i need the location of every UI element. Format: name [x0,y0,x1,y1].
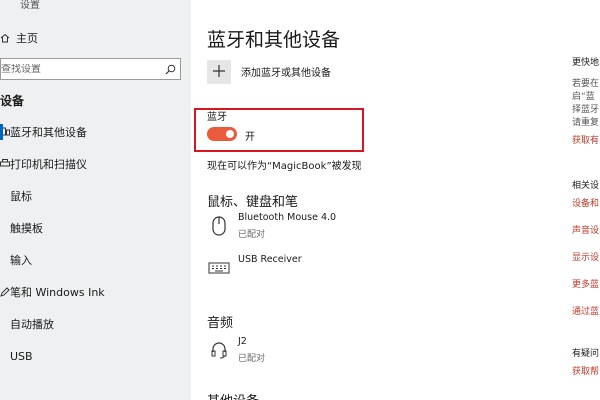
bluetooth-state: 开 [245,132,255,143]
device-j2[interactable]: J2 已配对 [207,336,547,366]
sidebar-item-touchpad[interactable]: 触摸板 [0,212,191,244]
related-link[interactable]: 更多蓝 [572,277,599,290]
device-bluetooth-mouse[interactable]: Bluetooth Mouse 4.0 已配对 [207,212,547,242]
sidebar-item-label: USB [10,349,33,363]
related-link[interactable]: 显示设 [572,250,599,263]
question-heading: 有疑问 [572,349,600,359]
device-name: J2 [238,336,247,347]
section-mouse-keyboard-pen: 鼠标、键盘和笔 [207,195,299,210]
sidebar-list: 蓝牙和其他设备 打印机和扫描仪 鼠标 触摸板 输入 笔和 Windows Ink [0,116,191,372]
toggle-knob [226,130,234,138]
bluetooth-devices-icon [0,127,10,137]
device-usb-receiver[interactable]: USB Receiver [207,254,547,284]
device-status: 已配对 [238,230,266,240]
main-content: 蓝牙和其他设备 添加蓝牙或其他设备 蓝牙 开 现在可以作为“MagicBook”… [191,0,561,400]
discoverable-text: 现在可以作为“MagicBook”被发现 [207,161,362,172]
keyboard-icon [207,256,231,280]
right-panel: 更快地 若要在 启“蓝 择蓝牙 请重复 获取有 相关设 设备和 声音设 显示设 … [561,0,600,400]
search-input[interactable] [1,63,151,75]
device-status: 已配对 [238,354,266,364]
faster-text-line: 择蓝牙 [572,105,600,115]
bluetooth-toggle[interactable] [207,127,237,141]
pen-icon [0,287,10,297]
sidebar-item-label: 笔和 Windows Ink [10,286,105,299]
device-name: Bluetooth Mouse 4.0 [238,212,337,223]
related-link[interactable]: 声音设 [572,223,599,236]
page-title: 蓝牙和其他设备 [207,29,341,51]
faster-heading: 更快地 [572,58,600,68]
sidebar: 设置 主页 设备 蓝牙和其他设备 打印机和扫描仪 鼠标 [0,0,191,400]
sidebar-item-usb[interactable]: USB [0,340,191,372]
related-heading: 相关设 [572,181,600,191]
faster-text-line: 启“蓝 [572,92,595,102]
section-other-devices: 其他设备 [207,390,259,400]
home-icon [0,33,10,43]
sidebar-item-label: 打印机和扫描仪 [10,158,87,171]
headset-icon [207,338,231,362]
plus-icon [212,62,226,83]
faster-text-line: 请重复 [572,118,600,128]
search-box [0,58,181,80]
faster-text-line: 若要在 [572,79,600,89]
sidebar-item-label: 触摸板 [10,222,43,235]
add-device-button[interactable] [207,60,231,84]
sidebar-item-label: 蓝牙和其他设备 [10,126,87,139]
sidebar-item-label: 自动播放 [10,318,54,331]
sidebar-item-bluetooth[interactable]: 蓝牙和其他设备 [0,116,191,148]
sidebar-home-label: 主页 [16,32,38,45]
related-link[interactable]: 通过蓝 [572,304,599,317]
sidebar-section-devices: 设备 [0,94,25,108]
sidebar-item-label: 鼠标 [10,190,32,203]
add-device-label[interactable]: 添加蓝牙或其他设备 [241,64,331,79]
bluetooth-label: 蓝牙 [207,112,227,123]
device-name: USB Receiver [238,254,302,265]
search-icon[interactable] [165,60,176,79]
sidebar-home[interactable]: 主页 [0,28,191,48]
mouse-icon [207,214,231,238]
sidebar-item-mouse[interactable]: 鼠标 [0,180,191,212]
section-audio: 音频 [207,316,234,331]
related-link[interactable]: 设备和 [572,196,599,209]
settings-title: 设置 [20,0,40,11]
help-link[interactable]: 获取帮 [572,364,599,377]
sidebar-item-printers[interactable]: 打印机和扫描仪 [0,148,191,180]
faster-link[interactable]: 获取有 [572,133,599,146]
sidebar-item-label: 输入 [10,254,32,267]
sidebar-item-input[interactable]: 输入 [0,244,191,276]
printer-icon [0,159,10,169]
sidebar-item-pen[interactable]: 笔和 Windows Ink [0,276,191,308]
sidebar-item-autoplay[interactable]: 自动播放 [0,308,191,340]
